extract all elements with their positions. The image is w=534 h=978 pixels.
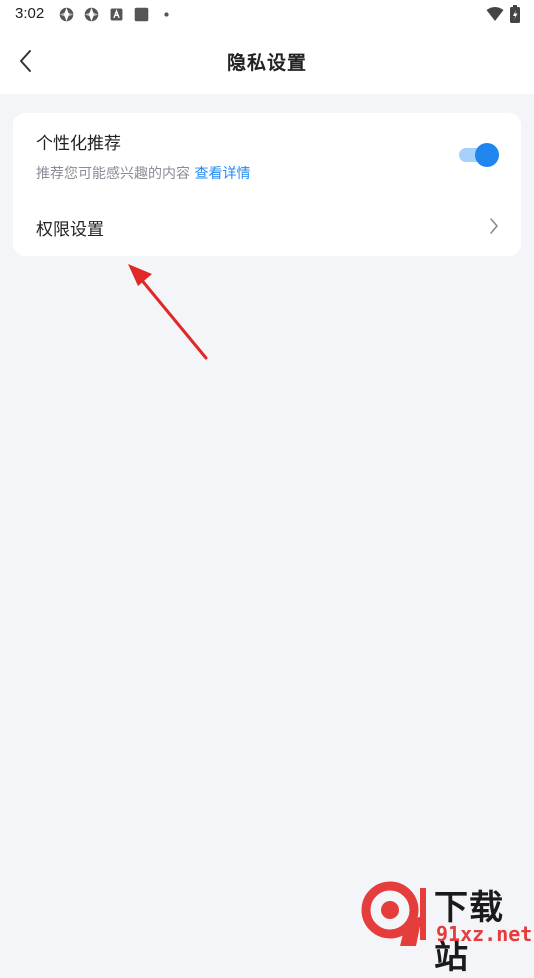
status-time: 3:02 [15, 5, 45, 22]
square-icon [134, 7, 149, 21]
chevron-right-icon [490, 218, 498, 234]
settings-card: 个性化推荐 推荐您可能感兴趣的内容 查看详情 权限设置 [13, 113, 521, 256]
personalized-toggle[interactable] [459, 143, 499, 167]
personalized-recommendation-row: 个性化推荐 推荐您可能感兴趣的内容 查看详情 [13, 113, 521, 197]
status-right-icons [486, 5, 520, 23]
watermark-site: 91xz.net [436, 922, 533, 946]
a-icon [110, 8, 123, 20]
wifi-icon [486, 7, 504, 21]
watermark: 下载站 91xz.net [360, 878, 534, 977]
toggle-knob [475, 143, 499, 167]
dot-icon [164, 11, 169, 17]
personalized-description-text: 推荐您可能感兴趣的内容 [36, 166, 190, 182]
status-bar: 3:02 [0, 0, 534, 28]
page-title: 隐私设置 [226, 52, 307, 74]
watermark-logo-icon [361, 881, 426, 946]
annotation-arrow-icon [128, 264, 208, 360]
app-icon [59, 7, 74, 21]
permission-title: 权限设置 [36, 220, 104, 240]
view-details-link[interactable]: 查看详情 [194, 166, 250, 182]
personalized-description: 推荐您可能感兴趣的内容 查看详情 [36, 163, 250, 183]
app-icon [84, 7, 99, 21]
permission-settings-row[interactable]: 权限设置 [13, 205, 521, 245]
status-left-icons [58, 5, 175, 23]
personalized-title: 个性化推荐 [36, 134, 121, 154]
battery-icon [510, 5, 520, 23]
nav-bar: 隐私设置 [0, 28, 534, 94]
